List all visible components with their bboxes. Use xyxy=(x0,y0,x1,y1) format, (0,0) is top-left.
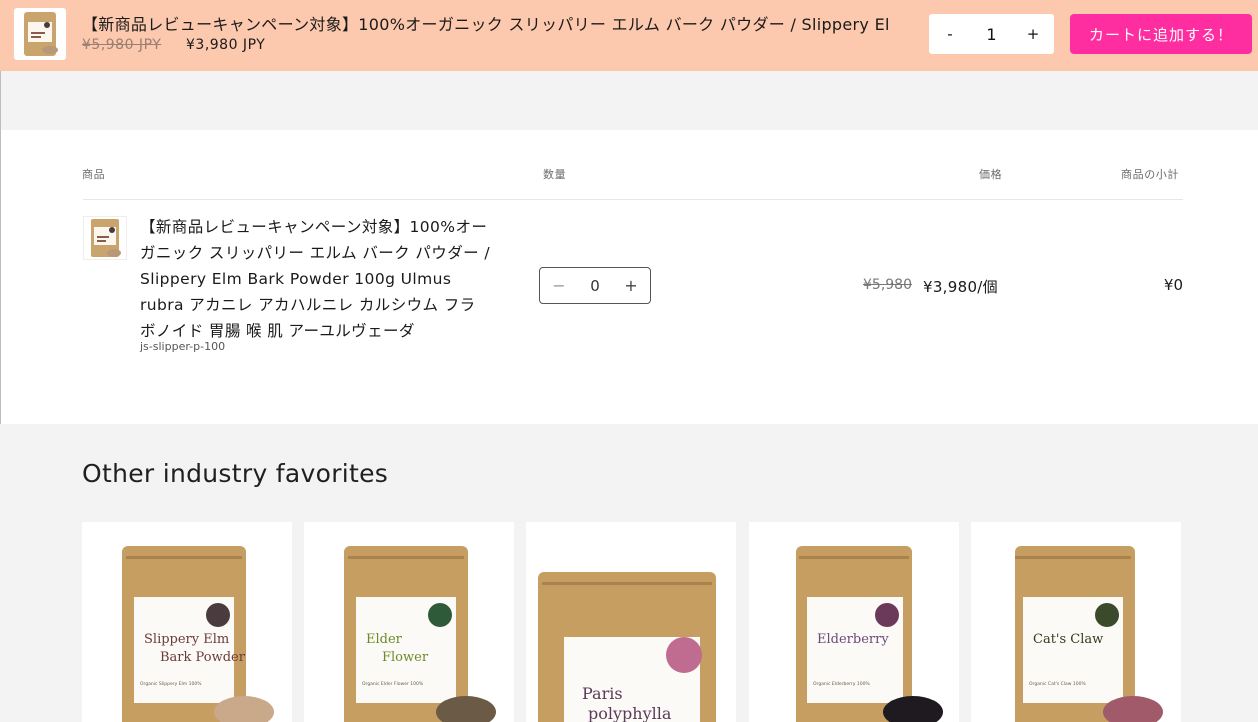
product-label-subtitle: Bark Powder xyxy=(160,650,246,665)
bag-zipper xyxy=(542,582,712,585)
product-label-title: Elder xyxy=(366,632,403,647)
bag-zipper xyxy=(1015,556,1131,559)
sticky-original-price: ¥5,980 JPY xyxy=(82,37,162,53)
sticky-sale-price: ¥3,980 JPY xyxy=(186,37,266,53)
product-label-footer: Organic Elder Flower 100% xyxy=(362,681,424,687)
product-label-footer: Organic Elderberry 100% xyxy=(813,681,870,687)
product-card[interactable]: Elder Flower Organic Elder Flower 100% xyxy=(304,522,514,722)
cart-sale-price: ¥3,980/個 xyxy=(923,278,998,296)
sticky-product-title: 【新商品レビューキャンペーン対象】100%オーガニック スリッパリー エルム バ… xyxy=(82,15,890,34)
product-label-title: Cat's Claw xyxy=(1033,632,1103,647)
sticky-quantity-selector: - 1 + xyxy=(929,14,1054,54)
add-to-cart-button[interactable]: カートに追加する！ xyxy=(1070,14,1252,54)
product-label-footer: Organic Slippery Elm 100% xyxy=(140,681,202,687)
cart-item-name-link[interactable]: 【新商品レビューキャンペーン対象】100%オーガニック スリッパリー エルム バ… xyxy=(140,214,490,344)
cart-qty-increase-button[interactable]: + xyxy=(624,276,638,295)
header-price: 価格 xyxy=(979,168,1003,181)
product-image: Elder Flower Organic Elder Flower 100% xyxy=(344,546,496,722)
product-image: Slippery Elm Bark Powder Organic Slippery … xyxy=(122,546,274,722)
product-label-title: Paris xyxy=(582,684,623,703)
favorites-heading: Other industry favorites xyxy=(82,459,389,488)
organic-badge-icon xyxy=(1095,603,1119,627)
organic-badge-icon xyxy=(206,603,230,627)
sticky-qty-decrease-button[interactable]: - xyxy=(943,25,957,43)
organic-badge-icon xyxy=(666,637,702,673)
sticky-product-bar: 【新商品レビューキャンペーン対象】100%オーガニック スリッパリー エルム バ… xyxy=(0,0,1258,71)
cart-qty-input[interactable]: 0 xyxy=(590,277,600,295)
product-image: Parispolyphylla xyxy=(538,572,716,722)
cart-quantity-selector: − 0 + xyxy=(539,267,651,304)
cart-item-sku: js-slipper-p-100 xyxy=(140,340,226,353)
product-label-title: Slippery Elm xyxy=(144,632,229,647)
product-image: Cat's Claw Organic Cat's Claw 100% xyxy=(1015,546,1163,722)
product-image: Elderberry Organic Elderberry 100% xyxy=(796,546,943,722)
bag-zipper xyxy=(799,556,909,559)
cart-line-subtotal: ¥0 xyxy=(1163,276,1183,294)
header-product: 商品 xyxy=(82,168,106,181)
cart-header-divider xyxy=(83,199,1183,200)
cart-qty-decrease-button[interactable]: − xyxy=(552,276,566,295)
cart-item-thumbnail[interactable] xyxy=(83,216,127,260)
header-subtotal: 商品の小計 xyxy=(1121,168,1179,181)
product-label-subtitle: polyphylla xyxy=(588,704,672,722)
cart-original-price: ¥5,980 xyxy=(863,277,912,293)
header-quantity: 数量 xyxy=(543,168,567,181)
organic-badge-icon xyxy=(428,603,452,627)
product-card[interactable]: Cat's Claw Organic Cat's Claw 100% xyxy=(971,522,1181,722)
product-label-title: Elderberry xyxy=(817,632,889,647)
bag-zipper xyxy=(126,556,242,559)
product-card[interactable]: Paris polyphylla xyxy=(526,522,736,722)
sticky-qty-input[interactable]: 1 xyxy=(972,25,1012,44)
product-card[interactable]: Slippery Elm Bark Powder Organic Slippery … xyxy=(82,522,292,722)
product-label-subtitle: Flower xyxy=(382,650,429,665)
sticky-product-thumbnail xyxy=(14,8,66,60)
bag-zipper xyxy=(348,556,464,559)
product-label-footer: Organic Cat's Claw 100% xyxy=(1029,681,1086,687)
sticky-qty-increase-button[interactable]: + xyxy=(1026,25,1040,43)
product-card[interactable]: Elderberry Organic Elderberry 100% xyxy=(749,522,959,722)
cart-section: 商品 数量 価格 商品の小計 【新商品レビューキャンペーン対象】100%オーガニ… xyxy=(1,130,1258,424)
organic-badge-icon xyxy=(875,603,899,627)
